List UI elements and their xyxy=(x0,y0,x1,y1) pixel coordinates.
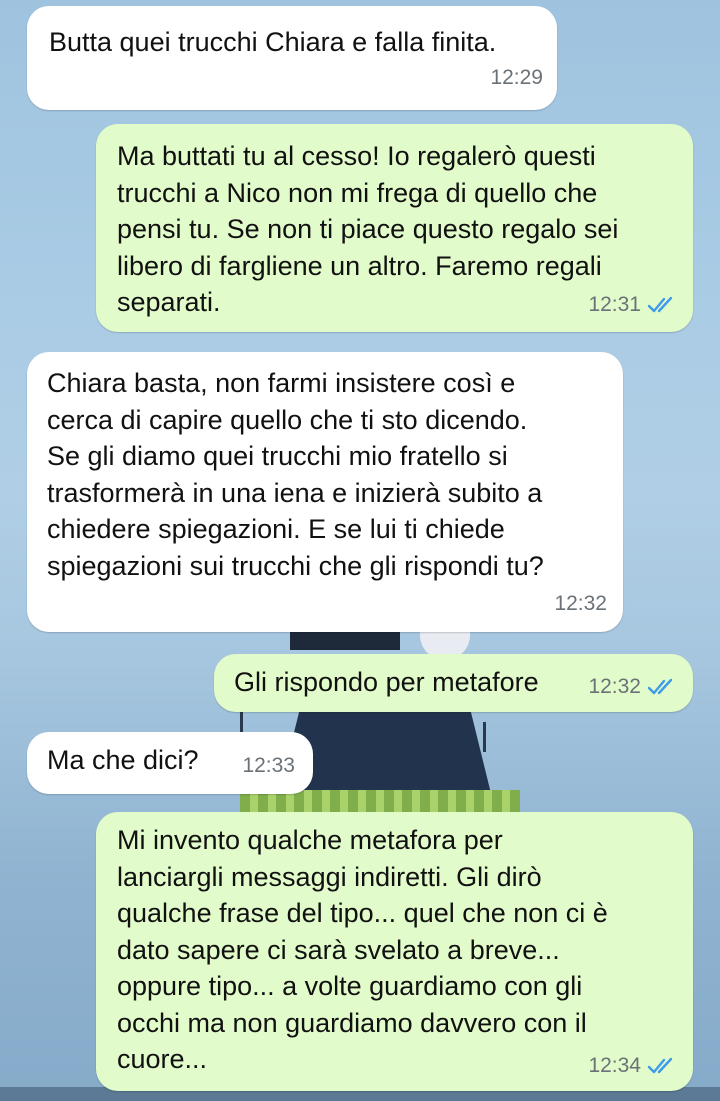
message-text: Mi invento qualche metafora per lanciarg… xyxy=(117,825,608,1074)
message-meta: 12:31 xyxy=(588,287,677,324)
message-bubble-outgoing[interactable]: Mi invento qualche metafora per lanciarg… xyxy=(96,812,693,1091)
message-text: Gli rispondo per metafore xyxy=(234,667,539,697)
message-bubble-incoming[interactable]: Chiara basta, non farmi insistere così e… xyxy=(27,352,623,632)
message-time: 12:29 xyxy=(490,65,543,89)
message-list[interactable]: Butta quei trucchi Chiara e falla finita… xyxy=(0,0,720,1101)
message-meta: 12:29 xyxy=(490,60,543,97)
message-time: 12:32 xyxy=(588,674,641,698)
double-check-icon xyxy=(647,296,673,312)
message-time: 12:32 xyxy=(554,591,607,615)
message-bubble-outgoing[interactable]: Ma buttati tu al cesso! Io regalerò ques… xyxy=(96,124,693,332)
message-time: 12:33 xyxy=(242,753,295,777)
message-bubble-outgoing[interactable]: Gli rispondo per metafore 12:32 xyxy=(214,654,693,712)
message-meta: 12:32 xyxy=(588,669,677,706)
message-text: Butta quei trucchi Chiara e falla finita… xyxy=(49,27,497,57)
message-bubble-incoming[interactable]: Butta quei trucchi Chiara e falla finita… xyxy=(27,6,557,110)
message-time: 12:34 xyxy=(588,1053,641,1077)
double-check-icon xyxy=(647,678,673,694)
message-bubble-incoming[interactable]: Ma che dici? 12:33 xyxy=(27,732,313,794)
message-meta: 12:33 xyxy=(242,748,295,785)
message-meta: 12:34 xyxy=(588,1048,677,1085)
message-meta: 12:32 xyxy=(554,586,607,623)
message-time: 12:31 xyxy=(588,292,641,316)
double-check-icon xyxy=(647,1057,673,1073)
message-text: Chiara basta, non farmi insistere così e… xyxy=(47,368,544,581)
message-text: Ma che dici? xyxy=(47,745,199,775)
